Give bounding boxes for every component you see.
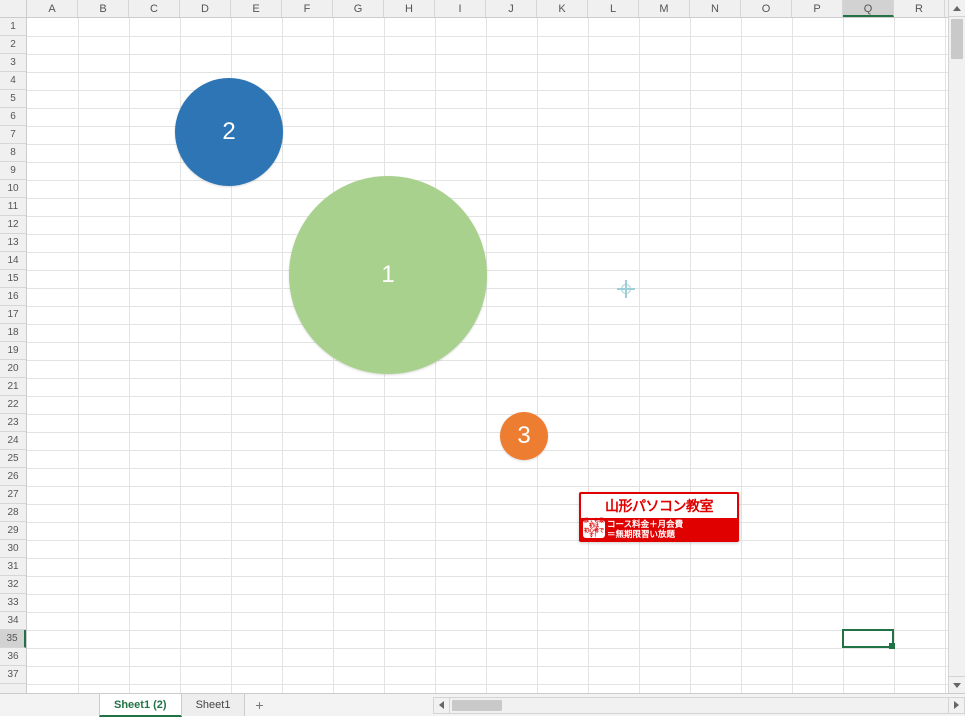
- ad-banner[interactable]: 山形パソコン教室誰でも最初は初心者です！コース料金＋月会費＝無期限習い放題: [579, 492, 739, 542]
- column-header-K[interactable]: K: [537, 0, 588, 17]
- row-header-32[interactable]: 32: [0, 576, 26, 594]
- row-header-37[interactable]: 37: [0, 666, 26, 684]
- row-header-31[interactable]: 31: [0, 558, 26, 576]
- row-header-1[interactable]: 1: [0, 18, 26, 36]
- row-header-19[interactable]: 19: [0, 342, 26, 360]
- horizontal-scroll-track[interactable]: [450, 697, 948, 714]
- row-header-7[interactable]: 7: [0, 126, 26, 144]
- chevron-left-icon: [439, 701, 444, 709]
- row-header-20[interactable]: 20: [0, 360, 26, 378]
- row-header-36[interactable]: 36: [0, 648, 26, 666]
- row-header-14[interactable]: 14: [0, 252, 26, 270]
- chevron-up-icon: [953, 6, 961, 11]
- column-header-G[interactable]: G: [333, 0, 384, 17]
- row-header-34[interactable]: 34: [0, 612, 26, 630]
- column-header-Q[interactable]: Q: [843, 0, 894, 17]
- row-header-18[interactable]: 18: [0, 324, 26, 342]
- column-header-F[interactable]: F: [282, 0, 333, 17]
- row-header-5[interactable]: 5: [0, 90, 26, 108]
- row-header-16[interactable]: 16: [0, 288, 26, 306]
- row-header-6[interactable]: 6: [0, 108, 26, 126]
- banner-title: 山形パソコン教室: [581, 494, 737, 518]
- sheet-tab-sheet1[interactable]: Sheet1: [181, 694, 246, 716]
- column-header-D[interactable]: D: [180, 0, 231, 17]
- sheet-tab-sheet1-2-[interactable]: Sheet1 (2): [99, 694, 182, 717]
- row-header-10[interactable]: 10: [0, 180, 26, 198]
- scroll-up-button[interactable]: [949, 0, 965, 17]
- column-header-J[interactable]: J: [486, 0, 537, 17]
- banner-line-1: コース料金＋月会費: [607, 520, 735, 529]
- row-header-33[interactable]: 33: [0, 594, 26, 612]
- row-header-4[interactable]: 4: [0, 72, 26, 90]
- column-headers: ABCDEFGHIJKLMNOPQR: [27, 0, 948, 18]
- row-header-30[interactable]: 30: [0, 540, 26, 558]
- row-header-25[interactable]: 25: [0, 450, 26, 468]
- column-header-C[interactable]: C: [129, 0, 180, 17]
- row-header-35[interactable]: 35: [0, 630, 26, 648]
- horizontal-scroll-thumb[interactable]: [452, 700, 502, 711]
- column-header-B[interactable]: B: [78, 0, 129, 17]
- scroll-left-button[interactable]: [433, 697, 450, 714]
- row-header-13[interactable]: 13: [0, 234, 26, 252]
- column-header-H[interactable]: H: [384, 0, 435, 17]
- row-header-29[interactable]: 29: [0, 522, 26, 540]
- crosshair-cursor-icon: [617, 280, 635, 298]
- sheet-tabs: Sheet1 (2)Sheet1: [100, 694, 245, 716]
- tab-nav-spacer: [0, 694, 100, 716]
- row-header-8[interactable]: 8: [0, 144, 26, 162]
- cell-grid[interactable]: 213 山形パソコン教室誰でも最初は初心者です！コース料金＋月会費＝無期限習い放題: [27, 18, 948, 693]
- select-all-corner[interactable]: [0, 0, 27, 18]
- row-headers: 1234567891011121314151617181920212223242…: [0, 18, 27, 693]
- row-header-21[interactable]: 21: [0, 378, 26, 396]
- circle-shape-1[interactable]: 1: [289, 176, 487, 374]
- add-sheet-button[interactable]: +: [245, 694, 273, 716]
- circle-shape-3[interactable]: 3: [500, 412, 548, 460]
- row-header-11[interactable]: 11: [0, 198, 26, 216]
- row-header-22[interactable]: 22: [0, 396, 26, 414]
- banner-line-2: ＝無期限習い放題: [607, 530, 735, 539]
- row-header-28[interactable]: 28: [0, 504, 26, 522]
- column-header-P[interactable]: P: [792, 0, 843, 17]
- row-header-23[interactable]: 23: [0, 414, 26, 432]
- row-header-3[interactable]: 3: [0, 54, 26, 72]
- column-header-R[interactable]: R: [894, 0, 945, 17]
- row-header-2[interactable]: 2: [0, 36, 26, 54]
- row-header-15[interactable]: 15: [0, 270, 26, 288]
- column-header-E[interactable]: E: [231, 0, 282, 17]
- banner-badge: 誰でも最初は初心者です！: [583, 520, 605, 538]
- horizontal-scrollbar[interactable]: [433, 694, 965, 716]
- chevron-down-icon: [953, 683, 961, 688]
- sheet-tab-strip: Sheet1 (2)Sheet1 +: [0, 693, 965, 716]
- vertical-scrollbar[interactable]: [948, 0, 965, 693]
- scroll-down-button[interactable]: [949, 676, 965, 693]
- column-header-N[interactable]: N: [690, 0, 741, 17]
- column-header-O[interactable]: O: [741, 0, 792, 17]
- column-header-I[interactable]: I: [435, 0, 486, 17]
- row-header-17[interactable]: 17: [0, 306, 26, 324]
- row-header-26[interactable]: 26: [0, 468, 26, 486]
- chevron-right-icon: [954, 701, 959, 709]
- column-header-L[interactable]: L: [588, 0, 639, 17]
- shapes-layer: 213 山形パソコン教室誰でも最初は初心者です！コース料金＋月会費＝無期限習い放題: [27, 18, 948, 693]
- plus-icon: +: [255, 697, 263, 713]
- column-header-A[interactable]: A: [27, 0, 78, 17]
- scroll-right-button[interactable]: [948, 697, 965, 714]
- row-header-27[interactable]: 27: [0, 486, 26, 504]
- worksheet-area: ABCDEFGHIJKLMNOPQR 123456789101112131415…: [0, 0, 948, 693]
- row-header-24[interactable]: 24: [0, 432, 26, 450]
- vertical-scroll-thumb[interactable]: [951, 19, 963, 59]
- row-header-12[interactable]: 12: [0, 216, 26, 234]
- row-header-9[interactable]: 9: [0, 162, 26, 180]
- column-header-M[interactable]: M: [639, 0, 690, 17]
- circle-shape-2[interactable]: 2: [175, 78, 283, 186]
